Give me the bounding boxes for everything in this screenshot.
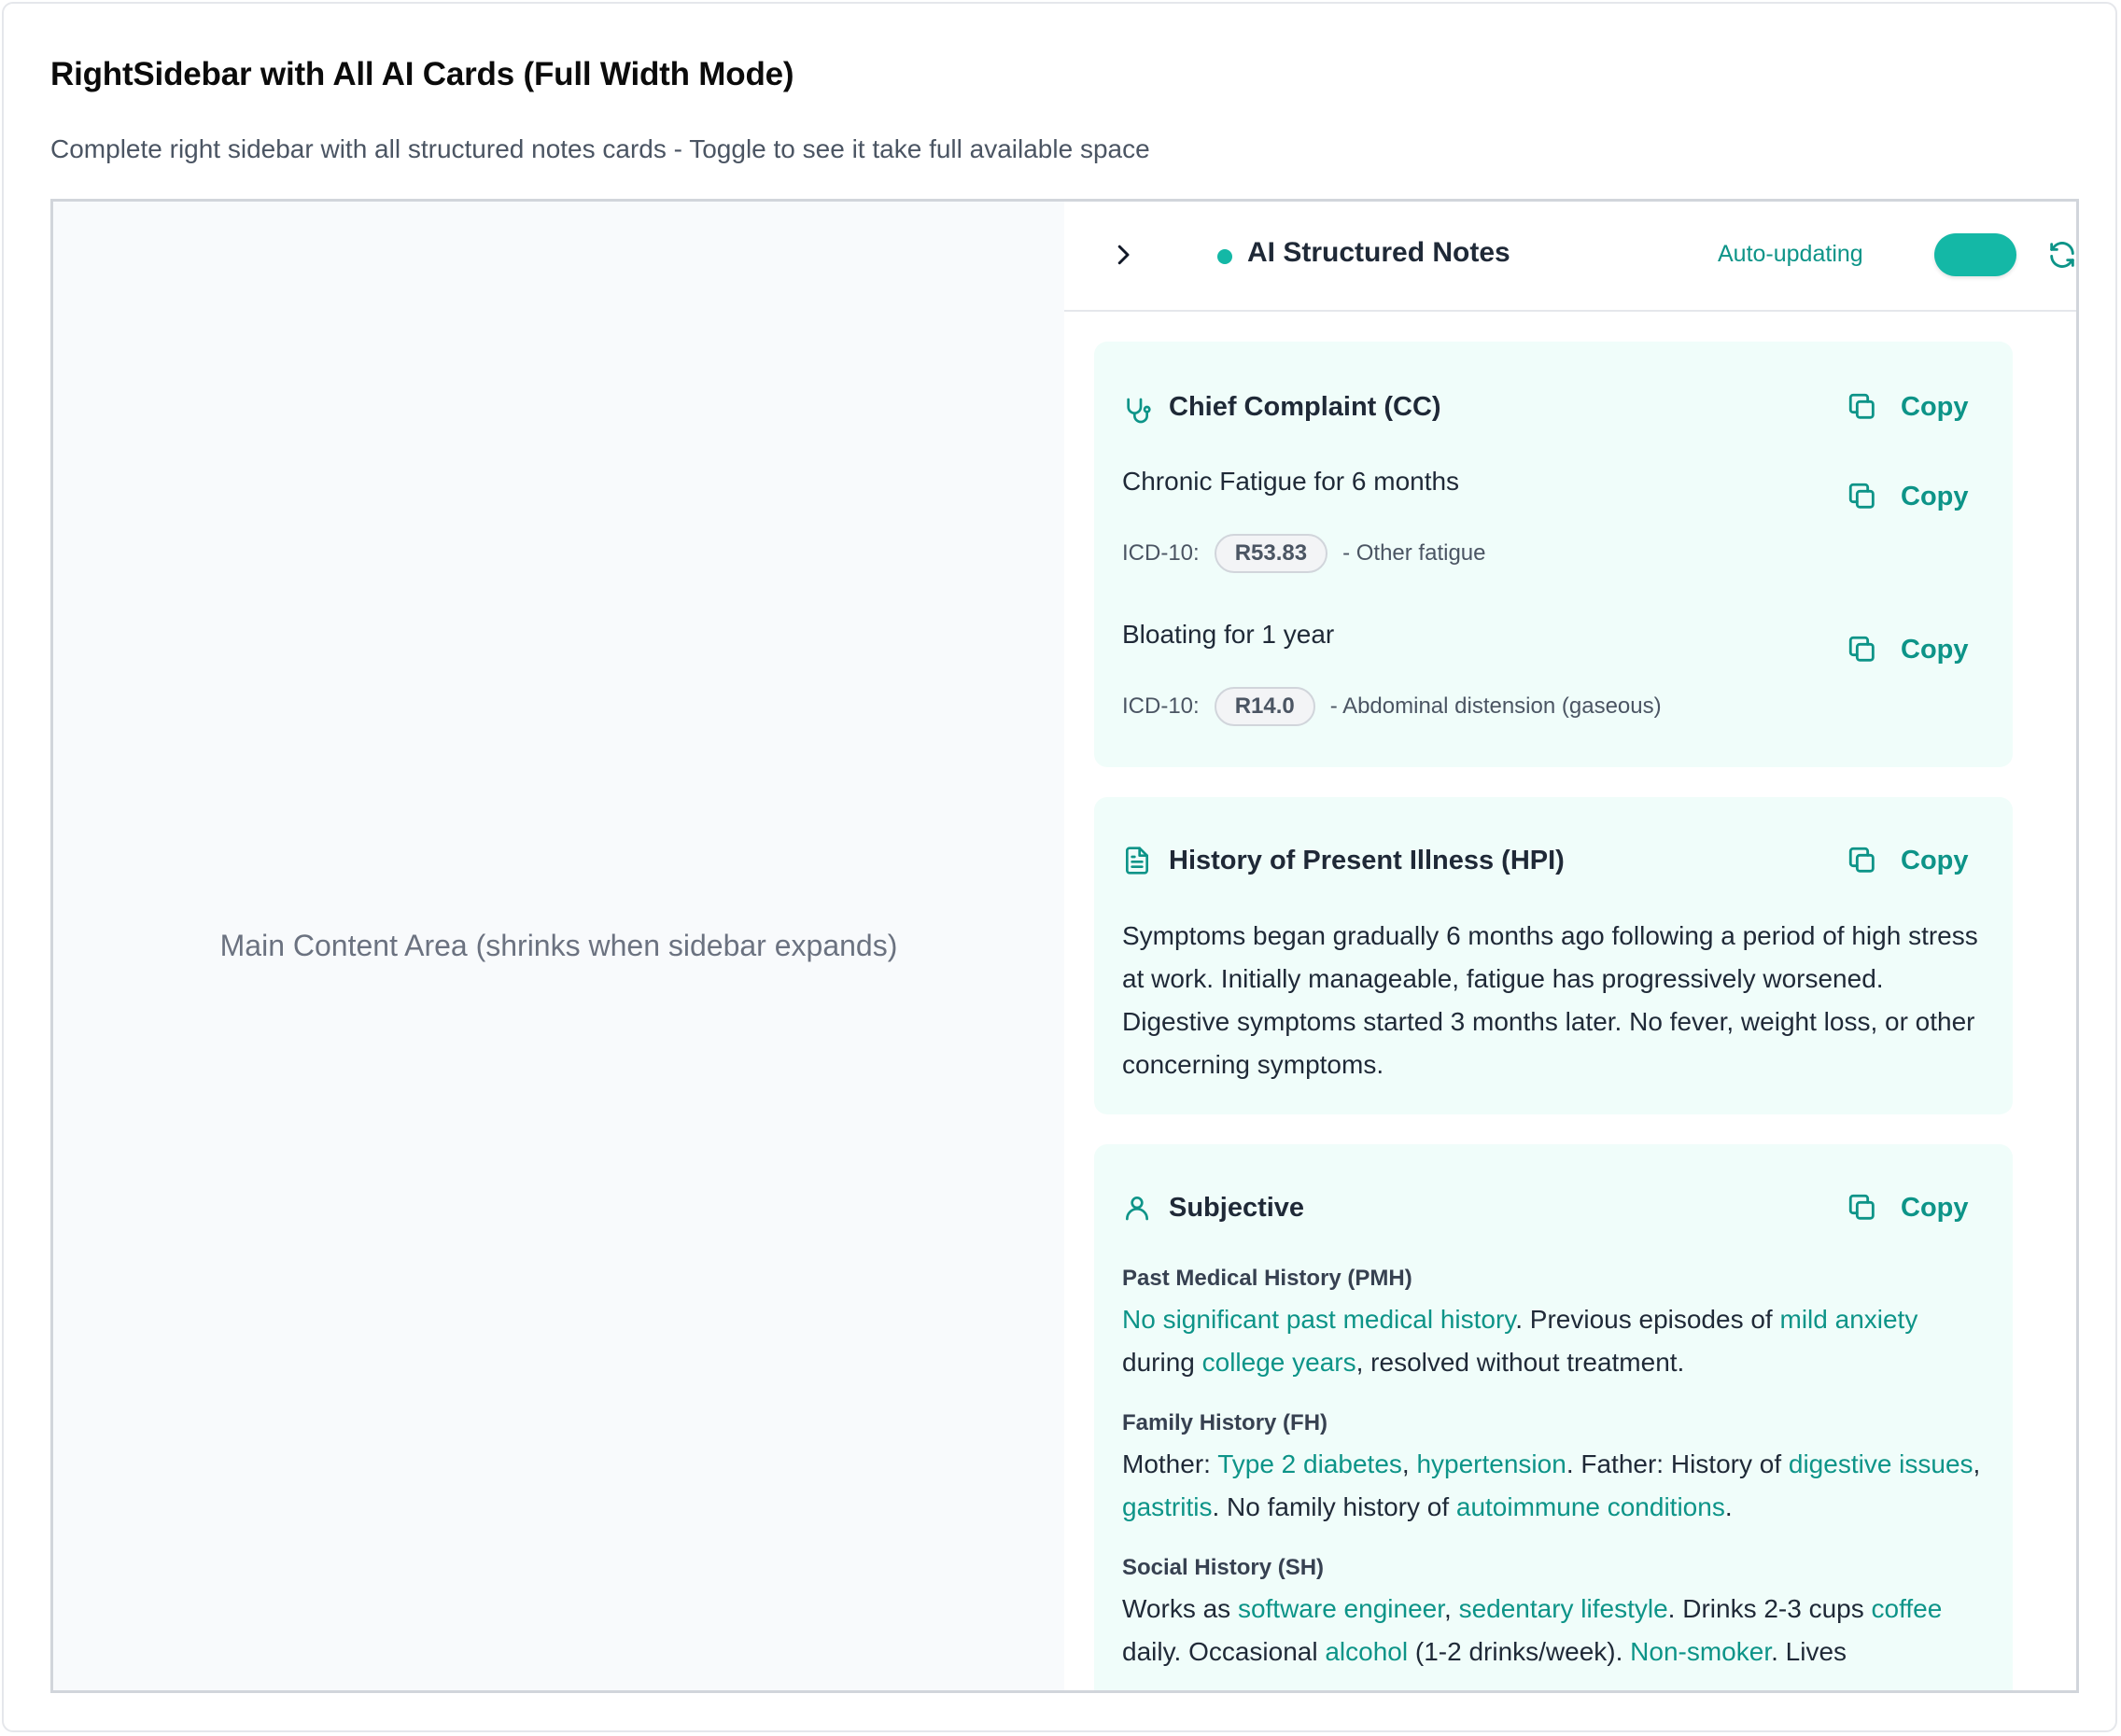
highlighted-term: No significant past medical history: [1122, 1305, 1516, 1334]
hpi-text: Symptoms began gradually 6 months ago fo…: [1122, 921, 1978, 1079]
auto-updating-toggle[interactable]: [1934, 233, 2016, 276]
highlighted-term: Non-smoker: [1630, 1637, 1772, 1666]
auto-updating-label: Auto-updating: [1718, 241, 1863, 267]
highlighted-term: software engineer: [1237, 1594, 1444, 1623]
sh-text: Works as software engineer, sedentary li…: [1122, 1588, 1990, 1673]
card-title-hpi: History of Present Illness (HPI): [1169, 846, 1565, 875]
copy-label: Copy: [1901, 391, 1969, 422]
text-segment: . Previous episodes of: [1515, 1305, 1780, 1334]
fh-label: Family History (FH): [1122, 1410, 1328, 1435]
document-icon: [1126, 847, 1148, 875]
icd-row: ICD-10: R53.83 - Other fatigue: [1122, 534, 1486, 573]
card-subjective: Subjective Copy Past Medical History (PM…: [1094, 1144, 2013, 1690]
highlighted-term: gastritis: [1122, 1492, 1213, 1521]
icd-row: ICD-10: R14.0 - Abdominal distension (ga…: [1122, 687, 1662, 726]
text-segment: . No family history of: [1212, 1492, 1456, 1521]
complaint-item-text: Bloating for 1 year: [1122, 620, 1335, 649]
complaint-item-text: Chronic Fatigue for 6 months: [1122, 467, 1460, 496]
text-segment: ,: [1444, 1594, 1459, 1623]
text-segment: during: [1122, 1348, 1202, 1377]
text-segment: ,: [1973, 1449, 1981, 1478]
text-segment: . Lives: [1771, 1637, 1847, 1666]
pmh-text: No significant past medical history. Pre…: [1122, 1298, 1990, 1384]
highlighted-term: digestive issues: [1788, 1449, 1974, 1478]
page-title: RightSidebar with All AI Cards (Full Wid…: [50, 56, 794, 92]
icd-label: ICD-10:: [1122, 540, 1200, 566]
main-content-area: Main Content Area (shrinks when sidebar …: [53, 202, 1064, 1690]
text-segment: .: [1724, 1492, 1733, 1521]
right-sidebar: AI Structured Notes Auto-updating Chief …: [1064, 202, 2076, 1690]
sidebar-title: AI Structured Notes: [1247, 237, 1510, 268]
stethoscope-icon: [1127, 398, 1151, 424]
icd-description: - Other fatigue: [1342, 540, 1486, 566]
icd-label: ICD-10:: [1122, 693, 1200, 719]
icd-code-badge: R14.0: [1214, 687, 1315, 726]
copy-button-complaint-2[interactable]: Copy: [1847, 629, 1969, 670]
refresh-icon[interactable]: [2046, 239, 2076, 271]
icd-code-badge: R53.83: [1214, 534, 1328, 573]
highlighted-term: college years: [1201, 1348, 1356, 1377]
copy-label: Copy: [1901, 1192, 1969, 1223]
highlighted-term: autoimmune conditions: [1455, 1492, 1725, 1521]
text-segment: (1-2 drinks/week).: [1408, 1637, 1631, 1666]
highlighted-term: alcohol: [1325, 1637, 1409, 1666]
highlighted-term: coffee: [1871, 1594, 1943, 1623]
copy-icon: [1848, 483, 1875, 509]
demo-container: Main Content Area (shrinks when sidebar …: [50, 199, 2079, 1693]
page-frame: RightSidebar with All AI Cards (Full Wid…: [2, 2, 2117, 1732]
card-chief-complaint: Chief Complaint (CC) Copy Chronic Fatigu…: [1094, 342, 2013, 767]
icd-description: - Abdominal distension (gaseous): [1329, 693, 1662, 719]
fh-text: Mother: Type 2 diabetes, hypertension. F…: [1122, 1443, 1990, 1529]
text-segment: . Drinks 2-3 cups: [1667, 1594, 1872, 1623]
text-segment: Works as: [1122, 1594, 1238, 1623]
copy-icon: [1848, 847, 1875, 873]
text-segment: . Father: History of: [1566, 1449, 1789, 1478]
text-segment: ,: [1401, 1449, 1417, 1478]
copy-icon: [1848, 393, 1875, 419]
copy-icon: [1848, 636, 1875, 662]
highlighted-term: sedentary lifestyle: [1458, 1594, 1668, 1623]
chevron-right-icon[interactable]: [1109, 241, 1137, 269]
main-content-label: Main Content Area (shrinks when sidebar …: [219, 929, 898, 962]
highlighted-term: hypertension: [1416, 1449, 1566, 1478]
sh-label: Social History (SH): [1122, 1555, 1325, 1580]
text-segment: , resolved without treatment.: [1355, 1348, 1685, 1377]
card-hpi: History of Present Illness (HPI) Copy Sy…: [1094, 797, 2013, 1114]
page-description: Complete right sidebar with all structur…: [50, 134, 1150, 163]
status-dot: [1217, 249, 1232, 264]
sidebar-header: AI Structured Notes Auto-updating: [1064, 202, 2076, 312]
copy-button-subjective[interactable]: Copy: [1847, 1187, 1969, 1228]
text-segment: daily. Occasional: [1122, 1637, 1326, 1666]
card-title-cc: Chief Complaint (CC): [1169, 392, 1441, 422]
copy-button-hpi[interactable]: Copy: [1847, 840, 1969, 881]
copy-icon: [1848, 1194, 1875, 1220]
copy-button-complaint-1[interactable]: Copy: [1847, 476, 1969, 517]
card-title-subjective: Subjective: [1169, 1193, 1305, 1223]
highlighted-term: Type 2 diabetes: [1217, 1449, 1402, 1478]
copy-button-cc[interactable]: Copy: [1847, 386, 1969, 427]
text-segment: Mother:: [1122, 1449, 1218, 1478]
copy-label: Copy: [1901, 634, 1969, 665]
copy-label: Copy: [1901, 845, 1969, 875]
highlighted-term: mild anxiety: [1779, 1305, 1918, 1334]
pmh-label: Past Medical History (PMH): [1122, 1266, 1412, 1291]
user-icon: [1126, 1197, 1148, 1221]
copy-label: Copy: [1901, 481, 1969, 511]
